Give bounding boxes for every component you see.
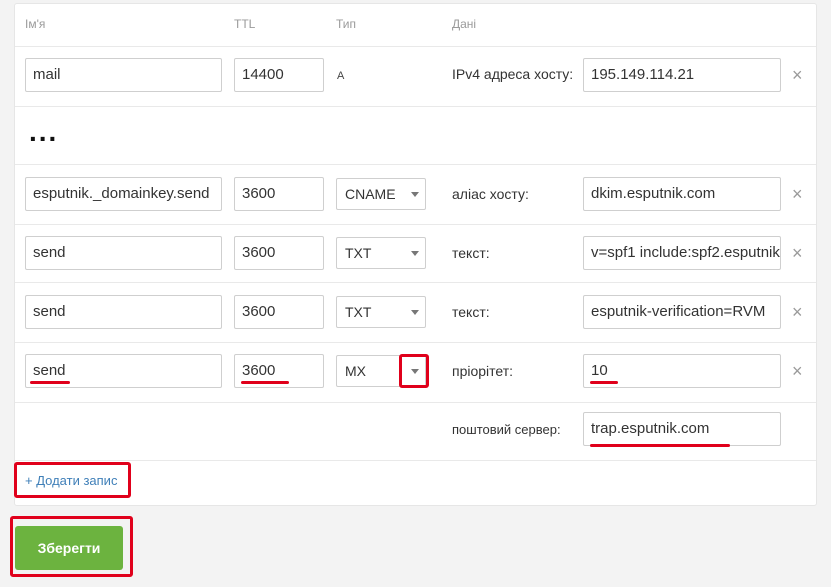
chevron-down-icon — [411, 251, 419, 256]
name-input[interactable]: send — [25, 295, 222, 329]
data-input[interactable]: esputnik-verification=RVM — [583, 295, 781, 329]
header-name: Ім'я — [25, 17, 46, 31]
data-input[interactable]: v=spf1 include:spf2.esputnik.com — [583, 236, 781, 270]
table-header: Ім'я TTL Тип Дані — [15, 4, 816, 47]
name-input[interactable]: esputnik._domainkey.send — [25, 177, 222, 211]
table-row: esputnik._domainkey.send 3600 CNAME аліа… — [15, 164, 816, 225]
dns-records-panel: Ім'я TTL Тип Дані mail 14400 A IPv4 адре… — [14, 3, 817, 506]
type-select-value: CNAME — [345, 186, 396, 202]
mail-server-input[interactable]: trap.esputnik.com — [583, 412, 781, 446]
close-icon[interactable]: × — [792, 362, 803, 380]
ttl-input[interactable]: 3600 — [234, 177, 324, 211]
ttl-input[interactable]: 3600 — [234, 236, 324, 270]
table-row: send 3600 TXT текст: v=spf1 include:spf2… — [15, 224, 816, 283]
mx-divider — [15, 402, 816, 403]
mail-server-label: поштовий сервер: — [452, 422, 561, 437]
chevron-down-icon — [411, 192, 419, 197]
save-button[interactable]: Зберегти — [15, 526, 123, 570]
ellipsis-row — [15, 106, 816, 165]
header-type: Тип — [336, 17, 357, 31]
header-data: Дані — [452, 17, 477, 31]
annotation-underline — [590, 381, 618, 384]
close-icon[interactable]: × — [792, 66, 803, 84]
name-input[interactable]: mail — [25, 58, 222, 92]
type-select[interactable]: TXT — [336, 296, 426, 328]
data-label: IPv4 адреса хосту: — [452, 66, 574, 82]
annotation-underline — [30, 381, 70, 384]
annotation-box — [14, 462, 131, 498]
data-label: аліас хосту: — [452, 186, 529, 202]
data-input[interactable]: dkim.esputnik.com — [583, 177, 781, 211]
ellipsis: ... — [29, 116, 59, 147]
close-icon[interactable]: × — [792, 244, 803, 262]
type-select-value: TXT — [345, 245, 372, 261]
table-row: send 3600 TXT текст: esputnik-verificati… — [15, 282, 816, 343]
data-label: текст: — [452, 245, 490, 261]
type-select-value: TXT — [345, 304, 372, 320]
name-input[interactable]: send — [25, 236, 222, 270]
annotation-underline — [241, 381, 289, 384]
type-value: A — [337, 70, 345, 82]
data-input[interactable]: 195.149.114.21 — [583, 58, 781, 92]
table-row: mail 14400 A IPv4 адреса хосту: 195.149.… — [15, 46, 816, 107]
annotation-underline — [590, 444, 730, 447]
priority-label: пріорітет: — [452, 363, 514, 379]
type-select-value: MX — [345, 363, 366, 379]
annotation-box — [399, 354, 429, 388]
chevron-down-icon — [411, 310, 419, 315]
close-icon[interactable]: × — [792, 185, 803, 203]
header-ttl: TTL — [234, 17, 256, 31]
type-select[interactable]: CNAME — [336, 178, 426, 210]
ttl-input[interactable]: 3600 — [234, 295, 324, 329]
close-icon[interactable]: × — [792, 303, 803, 321]
ttl-input[interactable]: 14400 — [234, 58, 324, 92]
data-label: текст: — [452, 304, 490, 320]
type-select[interactable]: TXT — [336, 237, 426, 269]
